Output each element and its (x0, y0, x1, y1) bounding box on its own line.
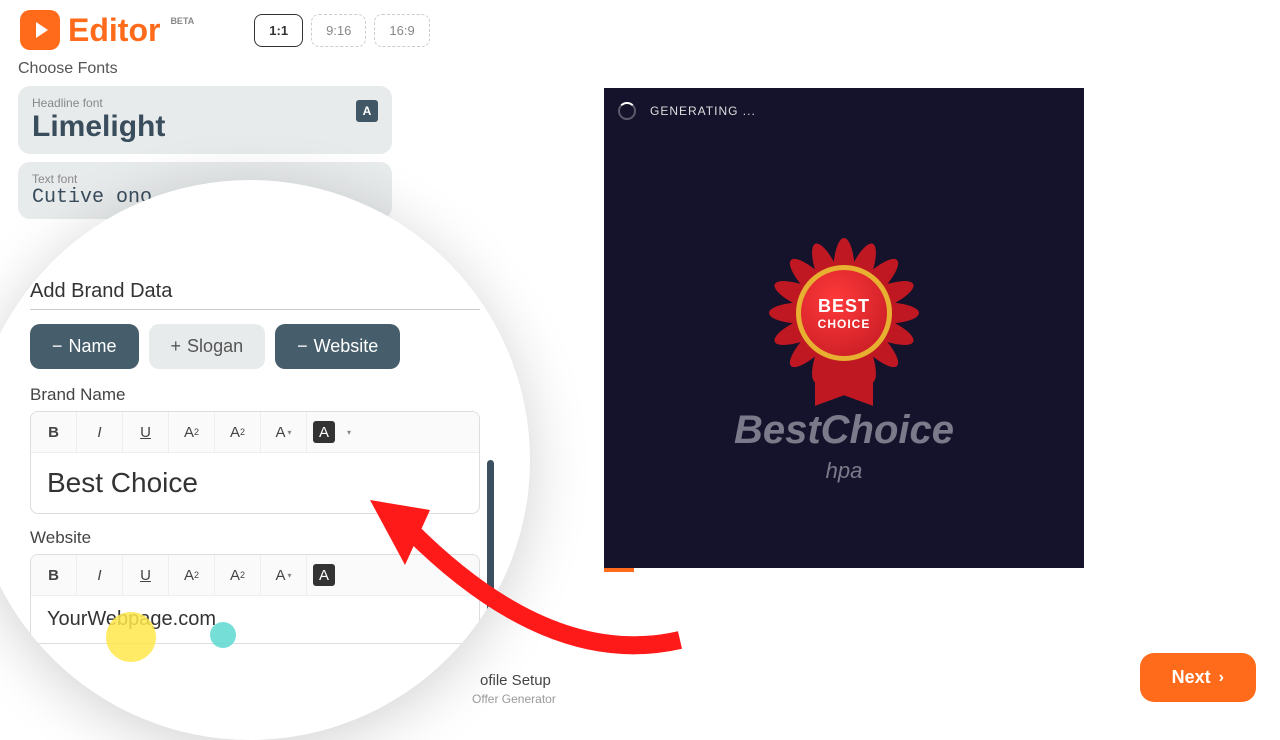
plus-icon: + (171, 336, 182, 357)
beta-badge: BETA (170, 16, 194, 26)
subscript-button[interactable]: A2 (215, 412, 261, 452)
brand-name-input[interactable]: Best Choice (31, 453, 479, 513)
toggle-slogan-pill[interactable]: +Slogan (149, 324, 266, 369)
brand-data-title: Add Brand Data (30, 280, 480, 310)
brand-name-field: B I U A2 A2 A▾ A ▾ Best Choice (30, 411, 480, 514)
magnifier-lens: Add Brand Data −Name +Slogan −Website Br… (0, 180, 530, 740)
website-label: Website (30, 528, 480, 548)
generating-row: GENERATING ... (618, 102, 756, 120)
headline-font-value: Limelight (32, 110, 378, 144)
italic-button[interactable]: I (77, 412, 123, 452)
preview-brand-sub: hpa (826, 458, 863, 484)
badge-center: BEST CHOICE (796, 265, 892, 361)
chevron-right-icon: › (1219, 669, 1224, 687)
invert-button[interactable]: A (313, 564, 335, 586)
footer-title: ofile Setup (480, 672, 551, 689)
italic-button[interactable]: I (77, 555, 123, 595)
toggle-website-pill[interactable]: −Website (275, 324, 400, 369)
minus-icon: − (297, 336, 308, 357)
brand-name-toolbar: B I U A2 A2 A▾ A ▾ (31, 412, 479, 453)
logo: Editor BETA (20, 10, 194, 50)
footer-subtitle: Offer Generator (472, 692, 556, 706)
subscript-button[interactable]: A2 (215, 555, 261, 595)
bold-button[interactable]: B (31, 555, 77, 595)
brand-pill-row: −Name +Slogan −Website (30, 324, 480, 369)
best-choice-badge: BEST CHOICE (769, 238, 919, 388)
dropdown-caret[interactable]: ▾ (341, 412, 355, 452)
font-color-badge[interactable]: A (356, 100, 378, 122)
badge-line2: CHOICE (818, 317, 871, 331)
underline-button[interactable]: U (123, 555, 169, 595)
preview-brand-name: BestChoice (734, 408, 954, 453)
generating-text: GENERATING ... (650, 104, 756, 118)
cursor-highlight-yellow (106, 612, 156, 662)
fonts-section-title: Choose Fonts (18, 60, 392, 78)
website-field: B I U A2 A2 A▾ A YourWebpage.com (30, 554, 480, 644)
underline-button[interactable]: U (123, 412, 169, 452)
cursor-highlight-cyan (210, 622, 236, 648)
scrollbar[interactable] (487, 460, 494, 660)
website-toolbar: B I U A2 A2 A▾ A (31, 555, 479, 596)
superscript-button[interactable]: A2 (169, 555, 215, 595)
ratio-9-16[interactable]: 9:16 (311, 14, 366, 47)
spinner-icon (618, 102, 636, 120)
website-input[interactable]: YourWebpage.com (31, 596, 479, 643)
ratio-1-1[interactable]: 1:1 (254, 14, 303, 47)
ratio-16-9[interactable]: 16:9 (374, 14, 429, 47)
bold-button[interactable]: B (31, 412, 77, 452)
next-label: Next (1172, 667, 1211, 688)
preview-canvas: GENERATING ... BEST CHOICE BestChoice hp… (604, 88, 1084, 568)
badge-line1: BEST (818, 296, 870, 317)
headline-font-label: Headline font (32, 96, 378, 110)
logo-icon (20, 10, 60, 50)
logo-text: Editor (68, 12, 160, 49)
headline-font-card[interactable]: Headline font Limelight A (18, 86, 392, 154)
header: Editor BETA 1:1 9:16 16:9 (0, 0, 1280, 60)
font-color-button[interactable]: A▾ (261, 555, 307, 595)
invert-button[interactable]: A (313, 421, 335, 443)
aspect-ratio-group: 1:1 9:16 16:9 (254, 14, 429, 47)
minus-icon: − (52, 336, 63, 357)
brand-name-label: Brand Name (30, 385, 480, 405)
superscript-button[interactable]: A2 (169, 412, 215, 452)
next-button[interactable]: Next › (1140, 653, 1256, 702)
toggle-name-pill[interactable]: −Name (30, 324, 139, 369)
progress-bar (604, 568, 634, 572)
font-color-button[interactable]: A▾ (261, 412, 307, 452)
